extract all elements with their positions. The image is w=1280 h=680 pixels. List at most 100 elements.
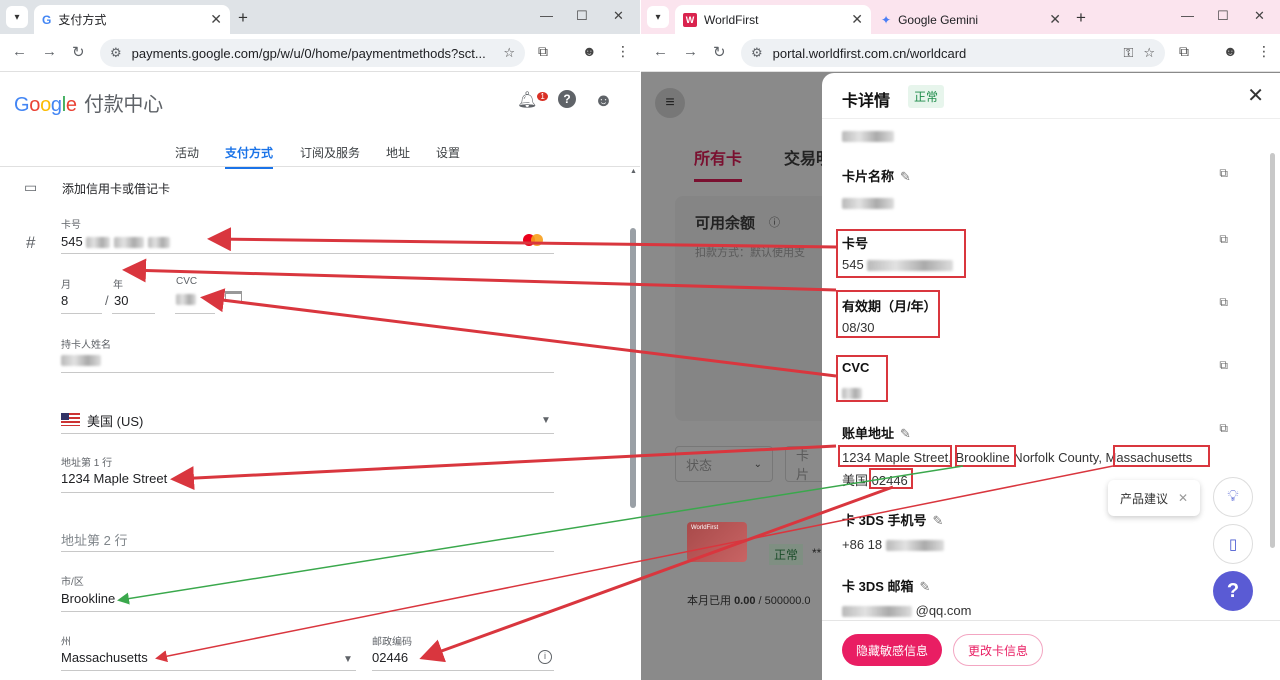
holder-name-input[interactable]: [61, 352, 101, 367]
close-window-icon[interactable]: ✕: [1254, 8, 1265, 24]
site-info-icon[interactable]: ⚙: [110, 45, 122, 61]
lightbulb-icon[interactable]: 💡︎: [1213, 477, 1253, 517]
notification-bell-icon[interactable]: 🔔︎ 1: [517, 90, 548, 110]
redacted-cvc: [176, 294, 196, 306]
zip-label: 邮政编码: [372, 637, 412, 648]
new-tab-icon[interactable]: +: [238, 8, 248, 28]
maximize-icon[interactable]: ☐: [1217, 8, 1229, 24]
address-bar[interactable]: ⚙ portal.worldfirst.com.cn/worldcard ⚿ ☆: [741, 39, 1165, 67]
close-suggestion-icon[interactable]: ✕: [1178, 491, 1188, 505]
account-avatar-icon[interactable]: ☻: [594, 90, 613, 111]
card-filter[interactable]: 卡片: [785, 446, 825, 482]
close-panel-icon[interactable]: ✕: [1247, 83, 1264, 108]
bookmark-star-icon[interactable]: ☆: [503, 45, 515, 61]
edit-pencil-icon[interactable]: ✎: [920, 579, 931, 595]
menu-kebab-icon[interactable]: ⋮: [1257, 43, 1271, 60]
close-tab-icon[interactable]: ✕: [210, 11, 222, 28]
extensions-icon[interactable]: ⧉: [538, 43, 548, 60]
reload-icon[interactable]: ↻: [72, 43, 85, 61]
copy-icon[interactable]: ⧉: [1219, 358, 1228, 373]
bookmark-star-icon[interactable]: ☆: [1143, 45, 1155, 61]
tab-subscriptions[interactable]: 订阅及服务: [300, 144, 360, 161]
worldfirst-card-thumbnail[interactable]: WorldFirst: [687, 522, 747, 562]
help-chat-button[interactable]: ?: [1213, 571, 1253, 611]
panel-scrollbar[interactable]: [1270, 153, 1275, 548]
state-dropdown-icon[interactable]: ▼: [343, 654, 353, 665]
tab-worldfirst[interactable]: W WorldFirst ✕: [675, 5, 871, 34]
maximize-icon[interactable]: ☐: [576, 8, 588, 24]
panel-footer: 隐藏敏感信息 更改卡信息: [822, 620, 1280, 680]
address2-underline: [61, 551, 554, 552]
copy-icon[interactable]: ⧉: [1219, 166, 1228, 181]
tab-title: 支付方式: [58, 13, 107, 27]
back-icon[interactable]: ←: [12, 43, 27, 60]
menu-kebab-icon[interactable]: ⋮: [616, 43, 630, 60]
scroll-up-icon[interactable]: ▲: [630, 168, 637, 175]
mobile-device-icon[interactable]: ▯: [1213, 524, 1253, 564]
tab-payment-methods[interactable]: G 支付方式 ✕: [34, 5, 230, 34]
year-input[interactable]: 30: [114, 293, 128, 308]
minimize-icon[interactable]: —: [540, 8, 553, 23]
status-filter[interactable]: 状态 ⌄: [675, 446, 773, 482]
logo-letter: o: [40, 94, 51, 116]
copy-icon[interactable]: ⧉: [1219, 232, 1228, 247]
redacted-card-id: [842, 128, 894, 143]
credit-card-icon: ▭: [24, 179, 38, 195]
address-bar[interactable]: ⚙ payments.google.com/gp/w/u/0/home/paym…: [100, 39, 525, 67]
hamburger-menu-icon[interactable]: ≡: [655, 88, 685, 118]
tab-search-button[interactable]: ▾: [6, 6, 28, 28]
forward-icon[interactable]: →: [42, 43, 57, 60]
country-dropdown-icon[interactable]: ▼: [541, 415, 551, 426]
card-number-input[interactable]: 545: [61, 234, 170, 249]
password-key-icon[interactable]: ⚿: [1123, 45, 1133, 61]
help-icon[interactable]: ?: [558, 90, 576, 108]
close-tab-icon[interactable]: ✕: [1049, 11, 1061, 28]
product-suggestion-tooltip[interactable]: 产品建议 ✕: [1108, 480, 1201, 516]
change-card-info-button[interactable]: 更改卡信息: [953, 634, 1044, 666]
month-input[interactable]: 8: [61, 293, 68, 308]
address2-input[interactable]: 地址第 2 行: [61, 530, 127, 549]
tab-all-cards[interactable]: 所有卡: [694, 145, 743, 182]
info-icon[interactable]: i: [538, 650, 552, 664]
address1-input[interactable]: 1234 Maple Street: [61, 471, 167, 486]
panel-divider: [822, 118, 1280, 119]
edit-pencil-icon[interactable]: ✎: [933, 513, 944, 529]
redacted-card-digits: [147, 237, 170, 249]
profile-avatar-icon[interactable]: ☻: [1223, 43, 1238, 59]
minimize-icon[interactable]: —: [1181, 8, 1194, 23]
hide-sensitive-info-button[interactable]: 隐藏敏感信息: [842, 634, 943, 666]
holder-underline: [61, 372, 554, 373]
card-form: ▭ 添加信用卡或借记卡 # 卡号 545 月 年 CVC 8 / 30 持卡人姓…: [0, 167, 628, 680]
logo-letter: o: [29, 94, 41, 116]
reload-icon[interactable]: ↻: [713, 43, 726, 61]
state-select[interactable]: Massachusetts: [61, 650, 148, 665]
close-window-icon[interactable]: ✕: [613, 8, 624, 24]
tab-settings[interactable]: 设置: [436, 144, 460, 161]
zip-input[interactable]: 02446: [372, 650, 408, 665]
site-info-icon[interactable]: ⚙: [751, 45, 763, 61]
redacted-card-digits: [113, 237, 144, 249]
edit-pencil-icon[interactable]: ✎: [900, 169, 911, 185]
copy-icon[interactable]: ⧉: [1219, 295, 1228, 310]
extensions-icon[interactable]: ⧉: [1179, 43, 1189, 60]
tab-activity[interactable]: 活动: [175, 144, 199, 161]
edit-pencil-icon[interactable]: ✎: [900, 426, 911, 442]
tab-payment-methods-nav[interactable]: 支付方式: [225, 144, 274, 169]
profile-avatar-icon[interactable]: ☻: [582, 43, 597, 59]
forward-icon[interactable]: →: [683, 43, 698, 60]
city-input[interactable]: Brookline: [61, 591, 115, 606]
back-icon[interactable]: ←: [653, 43, 668, 60]
scrollbar-thumb[interactable]: [630, 228, 636, 508]
close-tab-icon[interactable]: ✕: [851, 11, 863, 28]
cvc-input[interactable]: [176, 291, 196, 306]
country-select[interactable]: 美国 (US): [61, 411, 143, 430]
tab-addresses[interactable]: 地址: [386, 144, 410, 161]
email-label-text: 卡 3DS 邮箱: [842, 579, 914, 594]
tab-title: WorldFirst: [704, 12, 759, 27]
tab-gemini[interactable]: ✦ Google Gemini ✕: [873, 5, 1069, 34]
us-flag-icon: [61, 412, 80, 429]
scrollbar[interactable]: ▲: [630, 168, 637, 508]
copy-icon[interactable]: ⧉: [1219, 421, 1228, 436]
new-tab-icon[interactable]: +: [1076, 8, 1086, 28]
tab-search-button[interactable]: ▾: [647, 6, 669, 28]
